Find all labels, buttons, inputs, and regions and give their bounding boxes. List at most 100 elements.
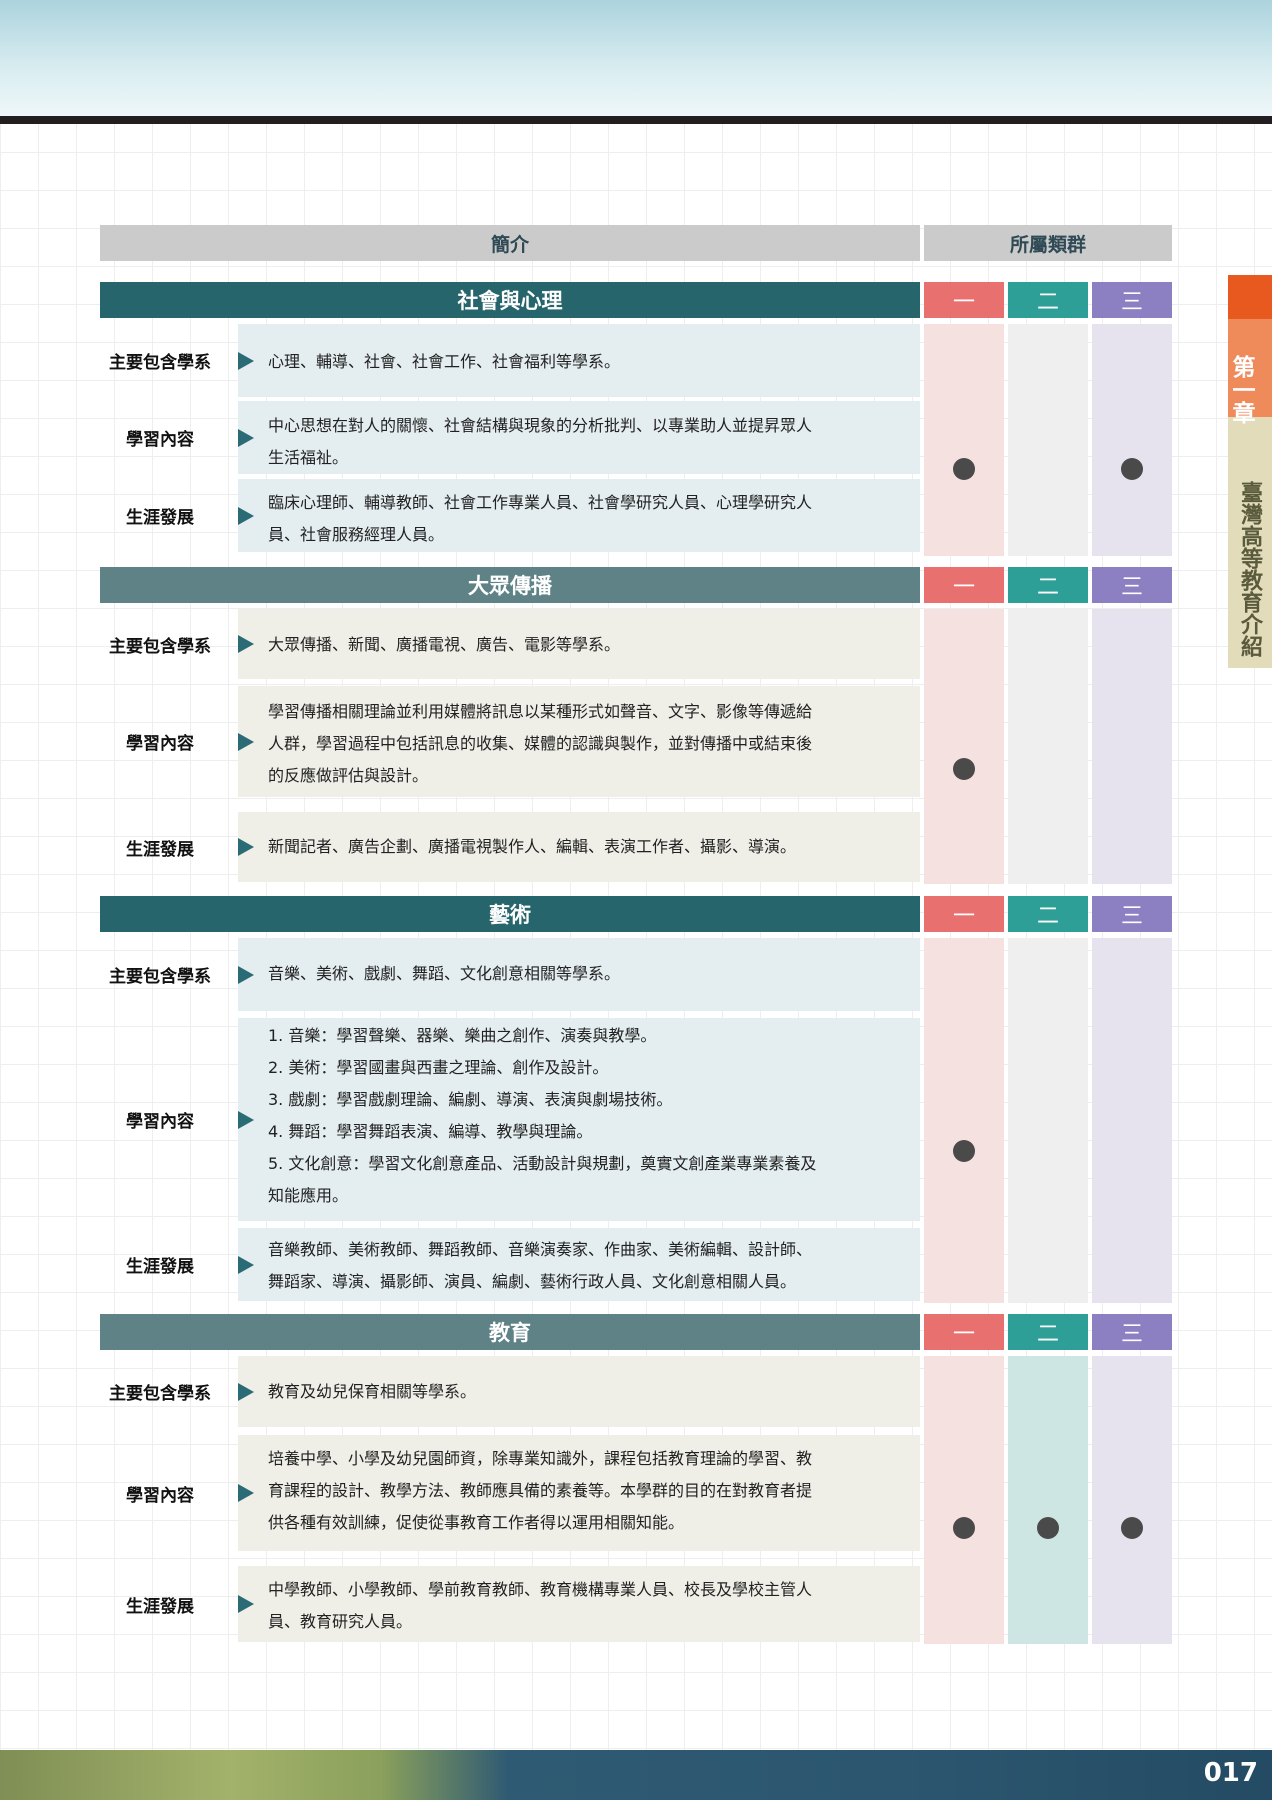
text-line: 中學教師、小學教師、學前教育教師、教育機構專業人員、校長及學校主管人 (268, 1580, 813, 1599)
side-tab-orange (1228, 275, 1272, 319)
group-column-1 (924, 324, 1004, 556)
group-membership-dot-1 (953, 758, 975, 780)
group-badge-3: 三 (1092, 282, 1172, 318)
text-line: 2. 美術：學習國畫與西畫之理論、創作及設計。 (268, 1058, 609, 1077)
group-column-3 (1092, 324, 1172, 556)
arrow-icon (238, 351, 254, 370)
group-column-3 (1092, 938, 1172, 1303)
arrow-icon (238, 838, 254, 856)
group-membership-dot-3 (1121, 1517, 1143, 1539)
group-membership-dot-1 (953, 458, 975, 480)
text-line: 人群，學習過程中包括訊息的收集、媒體的認識與製作，並對傳播中或結束後 (268, 734, 813, 753)
row-label-content: 學習內容 (126, 1485, 194, 1506)
arrow-icon (238, 732, 254, 751)
row-majors: 主要包含學系 心理、輔導、社會、社會工作、社會福利等學系。 (100, 324, 920, 397)
group-column-1 (924, 1356, 1004, 1644)
group-column-1 (924, 938, 1004, 1303)
page-number: 017 (1203, 1758, 1258, 1788)
row-label-career: 生涯發展 (126, 1596, 194, 1617)
intro-header: 簡介 (100, 225, 920, 261)
bottom-landscape-banner (0, 1750, 1272, 1800)
row-content: 學習內容 學習傳播相關理論並利用媒體將訊息以某種形式如聲音、文字、影像等傳遞給 人群… (100, 686, 920, 797)
group-column-1 (924, 609, 1004, 884)
row-text-career: 音樂教師、美術教師、舞蹈教師、音樂演奏家、作曲家、美術編輯、設計師、 舞蹈家、導演… (268, 1234, 908, 1298)
row-text-career: 新聞記者、廣告企劃、廣播電視製作人、編輯、表演工作者、攝影、導演。 (268, 831, 908, 863)
row-content: 學習內容 中心思想在對人的關懷、社會結構與現象的分析批判、以專業助人並提昇眾人 生活… (100, 401, 920, 474)
row-cell-majors: 音樂、美術、戲劇、舞蹈、文化創意相關等學系。 (238, 938, 920, 1011)
top-divider-line (0, 116, 1272, 124)
group-column-2 (1008, 1356, 1088, 1644)
row-text-majors: 心理、輔導、社會、社會工作、社會福利等學系。 (268, 346, 908, 378)
group-column-3 (1092, 1356, 1172, 1644)
group-badge-3: 三 (1092, 1314, 1172, 1350)
row-cell-majors: 教育及幼兒保育相關等學系。 (238, 1356, 920, 1427)
group-badge-2: 二 (1008, 896, 1088, 932)
row-text-majors: 教育及幼兒保育相關等學系。 (268, 1376, 908, 1408)
arrow-icon (238, 1382, 254, 1401)
text-line: 培養中學、小學及幼兒園師資，除專業知識外，課程包括教育理論的學習、教 (268, 1449, 813, 1468)
row-label-career: 生涯發展 (126, 839, 194, 860)
section-0: 社會與心理一二三主要包含學系 心理、輔導、社會、社會工作、社會福利等學系。學習內容… (100, 282, 1172, 560)
group-column-2 (1008, 324, 1088, 556)
group-membership-dot-2 (1037, 1517, 1059, 1539)
row-text-content: 1. 音樂：學習聲樂、器樂、樂曲之創作、演奏與教學。 2. 美術：學習國畫與西畫之… (268, 1020, 908, 1212)
arrow-icon (238, 1255, 254, 1274)
row-career: 生涯發展 臨床心理師、輔導教師、社會工作專業人員、社會學研究人員、心理學研究人 員、… (100, 479, 920, 552)
group-badge-1: 一 (924, 567, 1004, 603)
arrow-icon (238, 506, 254, 525)
row-label-majors: 主要包含學系 (109, 636, 211, 657)
section-title-bar: 社會與心理 (100, 282, 920, 318)
row-cell-career: 音樂教師、美術教師、舞蹈教師、音樂演奏家、作曲家、美術編輯、設計師、 舞蹈家、導演… (238, 1228, 920, 1301)
arrow-icon (238, 428, 254, 447)
side-tab-title-text: 臺灣高等教育介紹 (1237, 481, 1262, 657)
row-majors: 主要包含學系 大眾傳播、新聞、廣播電視、廣告、電影等學系。 (100, 609, 920, 679)
text-line: 1. 音樂：學習聲樂、器樂、樂曲之創作、演奏與教學。 (268, 1026, 657, 1045)
text-line: 3. 戲劇：學習戲劇理論、編劇、導演、表演與劇場技術。 (268, 1090, 673, 1109)
text-line: 舞蹈家、導演、攝影師、演員、編劇、藝術行政人員、文化創意相關人員。 (268, 1272, 797, 1291)
text-line: 心理、輔導、社會、社會工作、社會福利等學系。 (268, 352, 621, 371)
arrow-icon (238, 1484, 254, 1502)
arrow-icon (238, 965, 254, 984)
row-label-content: 學習內容 (126, 734, 194, 754)
section-3: 教育一二三主要包含學系 教育及幼兒保育相關等學系。 學習內容 培養中學、小學及幼兒園師… (100, 1314, 1172, 1648)
row-label-majors: 主要包含學系 (109, 967, 211, 987)
row-text-majors: 音樂、美術、戲劇、舞蹈、文化創意相關等學系。 (268, 958, 908, 990)
row-text-majors: 大眾傳播、新聞、廣播電視、廣告、電影等學系。 (268, 629, 908, 661)
row-label-career: 生涯發展 (126, 508, 194, 528)
text-line: 音樂教師、美術教師、舞蹈教師、音樂演奏家、作曲家、美術編輯、設計師、 (268, 1240, 813, 1259)
row-career: 生涯發展 中學教師、小學教師、學前教育教師、教育機構專業人員、校長及學校主管人 員、… (100, 1566, 920, 1642)
row-career: 生涯發展 新聞記者、廣告企劃、廣播電視製作人、編輯、表演工作者、攝影、導演。 (100, 812, 920, 882)
group-badge-2: 二 (1008, 282, 1088, 318)
row-text-content: 培養中學、小學及幼兒園師資，除專業知識外，課程包括教育理論的學習、教 育課程的設計… (268, 1443, 908, 1539)
group-badge-1: 一 (924, 282, 1004, 318)
top-sky-banner (0, 0, 1272, 116)
row-content: 學習內容 1. 音樂：學習聲樂、器樂、樂曲之創作、演奏與教學。 2. 美術：學習國畫… (100, 1018, 920, 1221)
row-cell-majors: 心理、輔導、社會、社會工作、社會福利等學系。 (238, 324, 920, 397)
group-column-2 (1008, 609, 1088, 884)
section-1: 大眾傳播一二三主要包含學系 大眾傳播、新聞、廣播電視、廣告、電影等學系。 學習內容學… (100, 567, 1172, 888)
row-majors: 主要包含學系 音樂、美術、戲劇、舞蹈、文化創意相關等學系。 (100, 938, 920, 1011)
section-title-bar: 藝術 (100, 896, 920, 932)
row-text-content: 中心思想在對人的關懷、社會結構與現象的分析批判、以專業助人並提昇眾人 生活福祉。 (268, 410, 908, 474)
side-tab: 第一章 臺灣高等教育介紹 (1228, 275, 1272, 668)
text-line: 生活福祉。 (268, 448, 349, 467)
row-content: 學習內容 培養中學、小學及幼兒園師資，除專業知識外，課程包括教育理論的學習、教 育課… (100, 1435, 920, 1551)
row-career: 生涯發展 音樂教師、美術教師、舞蹈教師、音樂演奏家、作曲家、美術編輯、設計師、 舞蹈… (100, 1228, 920, 1301)
group-membership-dot-3 (1121, 458, 1143, 480)
arrow-icon (238, 1110, 254, 1129)
text-line: 音樂、美術、戲劇、舞蹈、文化創意相關等學系。 (268, 964, 621, 983)
row-majors: 主要包含學系 教育及幼兒保育相關等學系。 (100, 1356, 920, 1427)
group-membership-dot-1 (953, 1517, 975, 1539)
text-line: 育課程的設計、教學方法、教師應具備的素養等。本學群的目的在對教育者提 (268, 1481, 813, 1500)
row-cell-career: 中學教師、小學教師、學前教育教師、教育機構專業人員、校長及學校主管人 員、教育研究… (238, 1566, 920, 1642)
group-column-2 (1008, 938, 1088, 1303)
arrow-icon (238, 1595, 254, 1613)
row-text-career: 臨床心理師、輔導教師、社會工作專業人員、社會學研究人員、心理學研究人 員、社會服務… (268, 487, 908, 551)
text-line: 新聞記者、廣告企劃、廣播電視製作人、編輯、表演工作者、攝影、導演。 (268, 837, 797, 856)
row-cell-majors: 大眾傳播、新聞、廣播電視、廣告、電影等學系。 (238, 609, 920, 679)
section-2: 藝術一二三主要包含學系 音樂、美術、戲劇、舞蹈、文化創意相關等學系。 學習內容 1. … (100, 896, 1172, 1307)
group-badge-1: 一 (924, 1314, 1004, 1350)
row-cell-content: 學習傳播相關理論並利用媒體將訊息以某種形式如聲音、文字、影像等傳遞給 人群，學習過… (238, 686, 920, 797)
text-line: 員、教育研究人員。 (268, 1612, 413, 1631)
row-label-majors: 主要包含學系 (109, 353, 211, 373)
